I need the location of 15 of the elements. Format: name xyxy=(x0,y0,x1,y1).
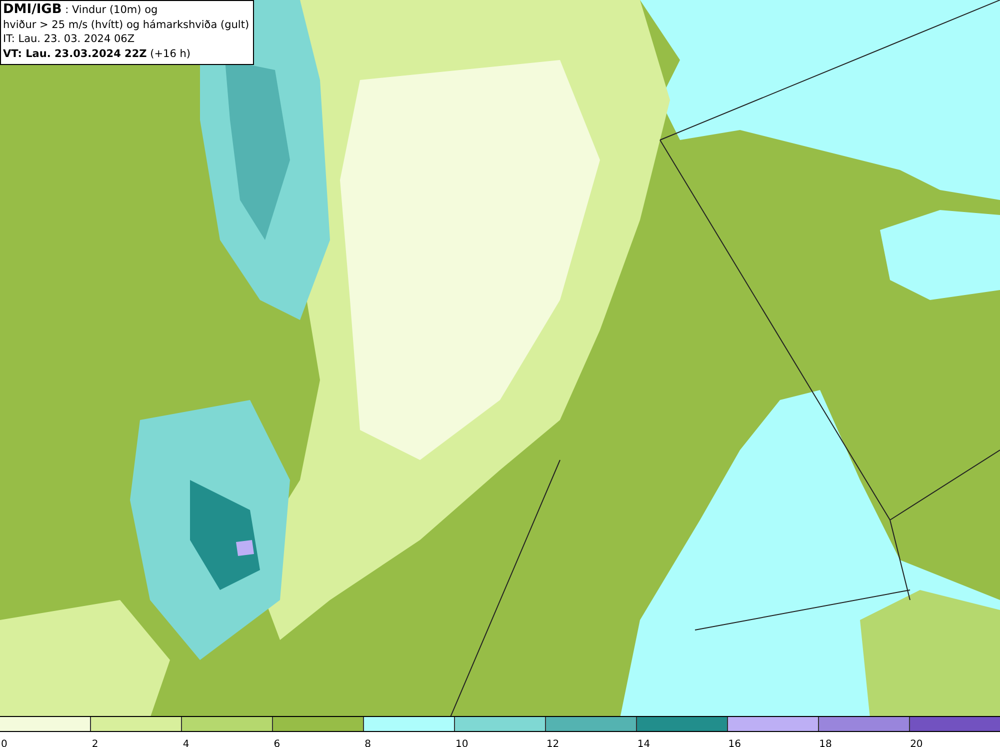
legend-label: 4 xyxy=(182,738,190,747)
title-text: hviður > 25 m/s (hvítt) og hámarkshviða (gult) xyxy=(3,18,250,32)
legend-label: 8 xyxy=(364,738,371,747)
legend-label: 2 xyxy=(90,738,98,747)
title-text: DMI/IGB : Vindur (10m) og xyxy=(3,3,159,18)
title-text: VT: Lau. 23.03.2024 22Z (+16 h) xyxy=(3,46,192,61)
legend-label: 20 xyxy=(909,738,923,747)
legend-label: 6 xyxy=(272,738,280,747)
legend-label: 18 xyxy=(818,738,832,747)
legend-label: 12 xyxy=(545,738,560,747)
legend-label: 14 xyxy=(636,738,650,747)
legend-label: 0 xyxy=(0,738,8,747)
legend-label: 16 xyxy=(727,738,741,747)
title-text: IT: Lau. 23. 03. 2024 06Z xyxy=(3,32,136,46)
legend-label: 10 xyxy=(454,738,468,747)
